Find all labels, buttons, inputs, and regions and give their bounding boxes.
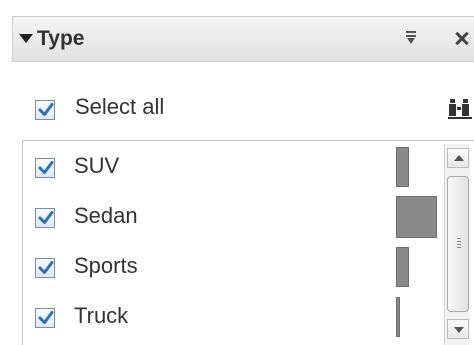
item-label: Sports	[74, 253, 138, 278]
checkmark-icon	[38, 261, 54, 274]
collapse-arrow-icon[interactable]	[19, 34, 33, 43]
list-item-sports[interactable]: Sports	[23, 241, 443, 291]
select-all-checkbox[interactable]	[35, 100, 55, 120]
scroll-down-button[interactable]	[447, 319, 469, 339]
checkmark-icon	[38, 161, 54, 174]
filter-panel: Type Select all SUV Sedan Sports Truck	[0, 0, 474, 345]
item-label: Truck	[74, 303, 129, 328]
value-list: SUV Sedan Sports Truck	[22, 140, 474, 345]
panel-header[interactable]: Type	[12, 16, 474, 62]
panel-title: Type	[37, 27, 85, 50]
list-item-suv[interactable]: SUV	[23, 141, 443, 191]
item-checkbox[interactable]	[35, 258, 55, 278]
checkmark-icon	[38, 311, 54, 324]
item-share-bar	[396, 147, 409, 187]
close-icon[interactable]	[449, 25, 474, 51]
item-share-bar	[396, 297, 400, 337]
scroll-thumb[interactable]	[447, 176, 469, 312]
list-item-truck[interactable]: Truck	[23, 291, 443, 341]
item-checkbox[interactable]	[35, 158, 55, 178]
binoculars-icon[interactable]	[448, 97, 472, 119]
select-all-label: Select all	[75, 94, 165, 119]
grip-icon	[457, 237, 461, 249]
select-all-row[interactable]: Select all	[0, 84, 474, 124]
checkmark-icon	[38, 103, 54, 116]
list-scrollbar[interactable]	[444, 144, 470, 345]
checkmark-icon	[38, 211, 54, 224]
panel-menu-icon[interactable]	[405, 29, 417, 49]
scroll-up-button[interactable]	[447, 148, 469, 168]
item-share-bar	[396, 247, 409, 287]
item-checkbox[interactable]	[35, 208, 55, 228]
list-item-sedan[interactable]: Sedan	[23, 191, 443, 241]
item-label: Sedan	[74, 203, 138, 228]
item-share-bar	[396, 196, 437, 238]
item-label: SUV	[74, 153, 120, 178]
item-checkbox[interactable]	[35, 308, 55, 328]
